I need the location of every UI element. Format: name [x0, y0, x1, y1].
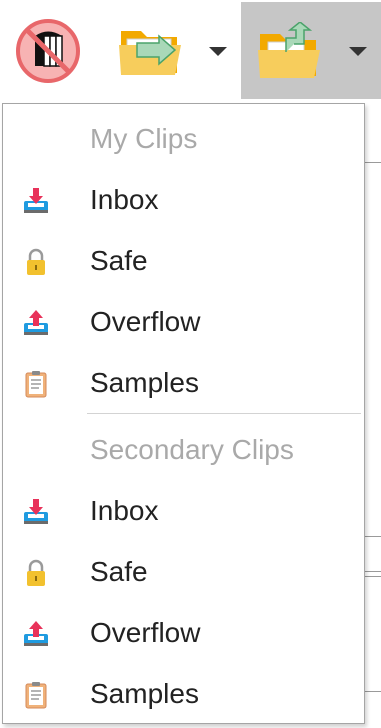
folder-move-icon [119, 30, 181, 75]
inbox-out-icon [24, 310, 48, 335]
inbox-in-icon [24, 499, 48, 524]
inbox-in-icon [24, 188, 48, 213]
menu-item-my-inbox[interactable]: Inbox [3, 170, 364, 230]
background-divider [363, 571, 381, 577]
menu-section-header: My Clips [90, 123, 198, 154]
clipboard-icon [25, 682, 47, 709]
menu-item-secondary-inbox[interactable]: Inbox [3, 481, 364, 541]
menu-item-label: Safe [90, 556, 148, 587]
menu-item-my-safe[interactable]: Safe [3, 231, 364, 291]
lock-icon [27, 248, 45, 275]
background-divider [363, 536, 381, 537]
toolbar [0, 0, 381, 100]
folder-export-icon [258, 22, 320, 78]
menu-item-secondary-safe[interactable]: Safe [3, 542, 364, 602]
menu-item-label: Inbox [90, 495, 159, 526]
menu-item-label: Inbox [90, 184, 159, 215]
menu-item-secondary-samples[interactable]: Samples [3, 664, 364, 724]
menu-separator [87, 413, 361, 414]
menu-item-secondary-overflow[interactable]: Overflow [3, 603, 364, 663]
lock-icon [27, 559, 45, 586]
menu-section-header: Secondary Clips [90, 434, 294, 465]
clips-dropdown-menu: My Clips Inbox Safe Overflow Samples Sec… [2, 103, 365, 724]
background-divider [363, 691, 381, 692]
background-divider [363, 162, 381, 163]
menu-item-label: Safe [90, 245, 148, 276]
disable-clipboard-button[interactable] [6, 2, 90, 99]
menu-item-my-overflow[interactable]: Overflow [3, 292, 364, 352]
menu-item-label: Samples [90, 367, 199, 398]
menu-item-my-samples[interactable]: Samples [3, 353, 364, 413]
menu-item-label: Overflow [90, 306, 201, 337]
move-dropdown-caret[interactable] [209, 47, 227, 56]
no-clipboard-icon [16, 18, 80, 83]
menu-item-label: Overflow [90, 617, 201, 648]
clipboard-icon [25, 371, 47, 398]
move-to-folder-button[interactable] [102, 2, 202, 99]
menu-item-label: Samples [90, 678, 199, 709]
inbox-out-icon [24, 621, 48, 646]
export-dropdown-caret[interactable] [349, 47, 367, 56]
